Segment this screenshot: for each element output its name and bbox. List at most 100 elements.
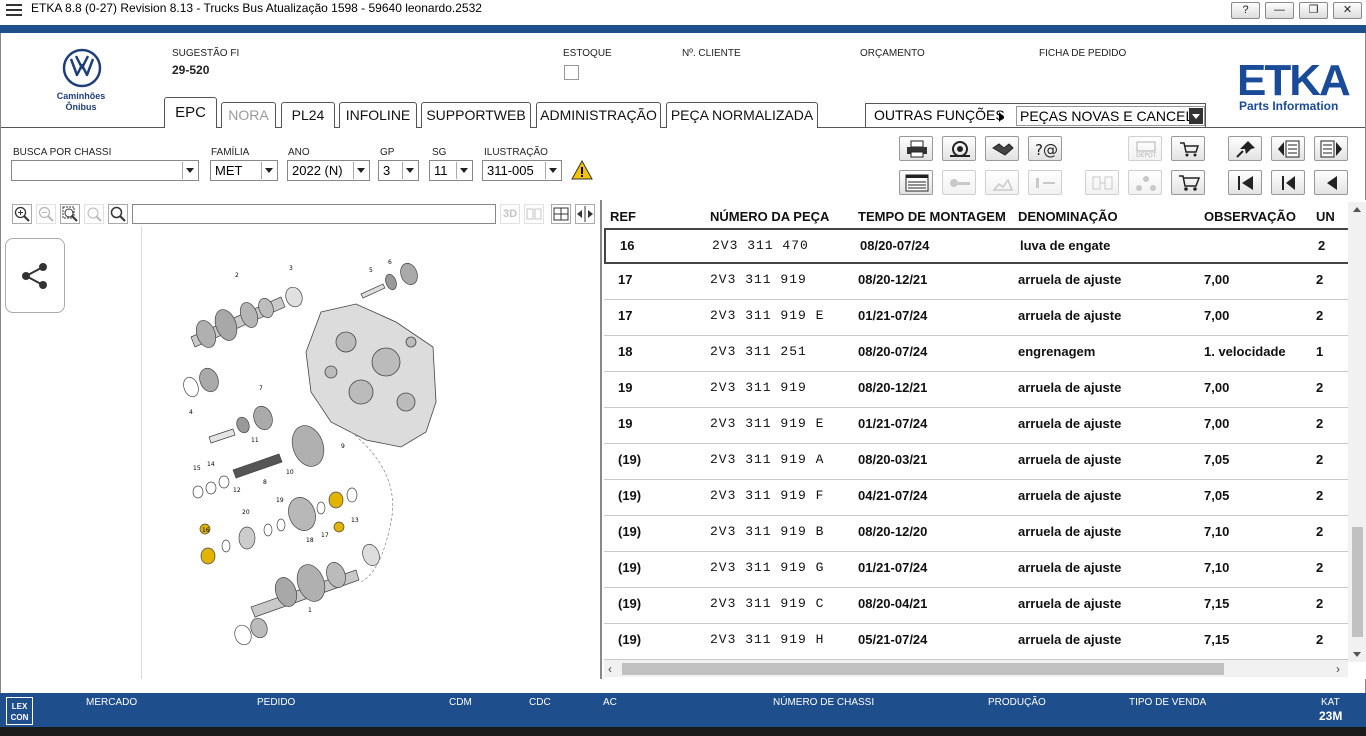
diagram-search-input[interactable] xyxy=(132,204,496,224)
familia-select[interactable]: MET xyxy=(210,160,278,181)
table-row[interactable]: 19 2V3 311 919 E 01/21-07/24 arruela de aju… xyxy=(604,408,1348,444)
network-button[interactable] xyxy=(1128,170,1162,195)
pin-button[interactable] xyxy=(1228,136,1262,161)
table-row[interactable]: (19) 2V3 311 919 A 08/20-03/21 arruela de a… xyxy=(604,444,1348,480)
tab-peca-normalizada[interactable]: PEÇA NORMALIZADA xyxy=(666,102,818,128)
handshake-button[interactable] xyxy=(985,136,1019,161)
page-prev-button[interactable] xyxy=(1271,136,1305,161)
tab-infoline[interactable]: INFOLINE xyxy=(339,102,417,128)
search-button[interactable] xyxy=(108,204,128,224)
email-button[interactable]: ?@ xyxy=(1028,136,1062,161)
cart-button[interactable] xyxy=(1171,170,1205,195)
share-button[interactable] xyxy=(5,238,65,313)
prev-button[interactable] xyxy=(1271,170,1305,195)
ilustracao-label: ILUSTRAÇÃO xyxy=(484,147,548,158)
table-row[interactable]: (19) 2V3 311 919 C 08/20-04/21 arruela de a… xyxy=(604,588,1348,624)
col-un[interactable]: UN xyxy=(1316,209,1335,224)
table-row[interactable]: (19) 2V3 311 919 B 08/20-12/20 arruela de a… xyxy=(604,516,1348,552)
outras-funcoes-select[interactable]: PEÇAS NOVAS E CANCEL. xyxy=(1016,106,1205,126)
cell-numero: 2V3 311 919 C xyxy=(710,596,825,611)
resize-button[interactable] xyxy=(575,204,595,224)
layout-grid-button[interactable] xyxy=(551,204,571,224)
cell-un: 2 xyxy=(1316,308,1324,323)
parts-button[interactable] xyxy=(942,136,976,161)
table-row[interactable]: 19 2V3 311 919 08/20-12/21 arruela de ajust… xyxy=(604,372,1348,408)
view-3d-button[interactable]: 3D xyxy=(500,204,520,224)
restore-button[interactable]: ❐ xyxy=(1299,2,1328,19)
callout-4: 4 xyxy=(189,409,193,416)
minimize-button[interactable]: — xyxy=(1265,2,1294,19)
chevron-down-icon[interactable] xyxy=(456,162,471,179)
back-button[interactable] xyxy=(1314,170,1348,195)
chevron-down-icon[interactable] xyxy=(1189,108,1203,124)
scroll-thumb[interactable] xyxy=(1352,527,1363,637)
cell-ref: 19 xyxy=(618,416,633,431)
sg-label: SG xyxy=(432,147,447,158)
chevron-down-icon[interactable] xyxy=(402,162,417,179)
chevron-down-icon[interactable] xyxy=(182,162,197,179)
chevron-down-icon[interactable] xyxy=(353,162,368,179)
zoom-out-button[interactable] xyxy=(36,204,56,224)
help-button[interactable]: ? xyxy=(1231,2,1260,19)
ano-select[interactable]: 2022 (N) xyxy=(287,160,370,181)
print-button[interactable] xyxy=(899,136,933,161)
col-ref[interactable]: REF xyxy=(610,209,636,224)
chassi-select[interactable] xyxy=(11,160,199,181)
page-next-icon xyxy=(1320,140,1342,158)
estoque-checkbox[interactable] xyxy=(564,65,579,80)
cell-observacao: 7,15 xyxy=(1204,596,1230,611)
cell-un: 2 xyxy=(1316,524,1324,539)
callout-10: 10 xyxy=(286,469,294,476)
sg-select[interactable]: 11 xyxy=(429,160,473,181)
col-numero[interactable]: NÚMERO DA PEÇA xyxy=(710,209,829,224)
close-button[interactable]: ✕ xyxy=(1333,2,1362,19)
scroll-right-icon[interactable]: › xyxy=(1336,663,1340,675)
scroll-left-icon[interactable]: ‹ xyxy=(608,663,612,675)
menu-icon[interactable] xyxy=(6,4,22,16)
chevron-down-icon[interactable] xyxy=(545,162,560,179)
tab-supportweb[interactable]: SUPPORTWEB xyxy=(421,102,531,128)
table-row[interactable]: (19) 2V3 311 919 H 05/21-07/24 arruela de a… xyxy=(604,624,1348,660)
depot-button[interactable]: DEPOT xyxy=(1128,136,1162,161)
col-observacao[interactable]: OBSERVAÇÃO xyxy=(1204,209,1296,224)
tab-epc[interactable]: EPC xyxy=(164,97,217,128)
page-next-button[interactable] xyxy=(1314,136,1348,161)
scroll-up-icon[interactable] xyxy=(1353,207,1361,212)
chevron-down-icon[interactable] xyxy=(261,162,276,179)
ilustracao-select[interactable]: 311-005 xyxy=(482,160,562,181)
zoom-fit-button[interactable] xyxy=(84,204,104,224)
table-row[interactable]: (19) 2V3 311 919 G 01/21-07/24 arruela de a… xyxy=(604,552,1348,588)
table-row[interactable]: (19) 2V3 311 919 F 04/21-07/24 arruela de a… xyxy=(604,480,1348,516)
depot-icon: DEPOT xyxy=(1136,141,1157,158)
list-button[interactable] xyxy=(899,170,933,195)
table-row[interactable]: 16 2V3 311 470 08/20-07/24 luva de engate 2 xyxy=(604,228,1348,264)
warning-icon[interactable] xyxy=(571,160,593,180)
table-row[interactable]: 17 2V3 311 919 E 01/21-07/24 arruela de aju… xyxy=(604,300,1348,336)
tools-button[interactable] xyxy=(985,170,1019,195)
tab-administracao[interactable]: ADMINISTRAÇÃO xyxy=(536,102,661,128)
vertical-scrollbar[interactable] xyxy=(1348,202,1366,662)
key-button[interactable] xyxy=(942,170,976,195)
col-tempo[interactable]: TEMPO DE MONTAGEM xyxy=(858,209,1006,224)
hscroll-thumb[interactable] xyxy=(622,663,1224,675)
tab-pl24[interactable]: PL24 xyxy=(281,102,335,128)
minus-button[interactable] xyxy=(1028,170,1062,195)
col-denominacao[interactable]: DENOMINAÇÃO xyxy=(1018,209,1118,224)
cart-transfer-button[interactable] xyxy=(1171,136,1205,161)
zoom-in-button[interactable] xyxy=(12,204,32,224)
scroll-down-icon[interactable] xyxy=(1353,652,1361,657)
outras-funcoes[interactable]: OUTRAS FUNÇÕES PEÇAS NOVAS E CANCEL. xyxy=(865,103,1206,128)
cell-un: 2 xyxy=(1316,272,1324,287)
tipo-venda-label: TIPO DE VENDA xyxy=(1129,697,1207,708)
layout-split-button[interactable] xyxy=(524,204,544,224)
first-icon xyxy=(1238,176,1253,190)
horizontal-scrollbar[interactable]: ‹ › xyxy=(604,660,1348,677)
gp-select[interactable]: 3 xyxy=(378,160,419,181)
table-row[interactable]: 17 2V3 311 919 08/20-12/21 arruela de ajust… xyxy=(604,264,1348,300)
first-button[interactable] xyxy=(1228,170,1262,195)
transfer-button[interactable] xyxy=(1085,170,1119,195)
exploded-parts-diagram[interactable]: 1 2 3 4 5 6 7 8 9 10 11 12 13 14 15 16 1… xyxy=(171,252,461,647)
tab-nora[interactable]: NORA xyxy=(221,102,276,128)
table-row[interactable]: 18 2V3 311 251 08/20-07/24 engrenagem 1. vel… xyxy=(604,336,1348,372)
zoom-area-button[interactable] xyxy=(60,204,80,224)
